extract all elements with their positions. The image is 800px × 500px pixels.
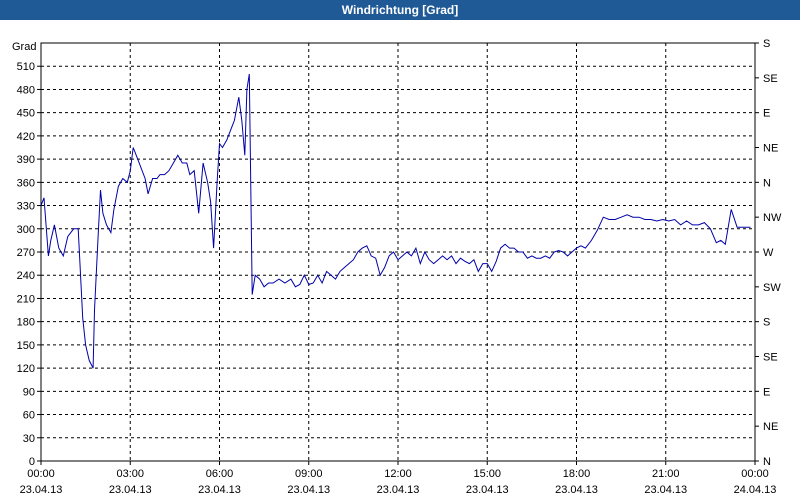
compass-tick-label: S — [763, 38, 770, 50]
y-tick-label: 510 — [17, 61, 35, 73]
y-tick-label: 300 — [17, 224, 35, 236]
x-tick-time: 00:00 — [27, 468, 55, 480]
x-tick-time: 21:00 — [652, 468, 680, 480]
compass-tick-label: E — [763, 386, 770, 398]
x-tick-date: 23.04.13 — [377, 484, 420, 496]
compass-tick-label: N — [763, 177, 771, 189]
y-tick-label: 270 — [17, 247, 35, 259]
compass-tick-label: NE — [763, 421, 778, 433]
compass-axis-ticks: N NE E SE S SW W NW N NE E SE S — [755, 38, 782, 468]
series-line — [40, 73, 751, 369]
x-tick-date: 23.04.13 — [466, 484, 509, 496]
compass-tick-label: E — [763, 108, 770, 120]
x-tick-time: 00:00 — [741, 468, 769, 480]
y-tick-label: 450 — [17, 108, 35, 120]
x-tick-time: 06:00 — [206, 468, 234, 480]
y-tick-label: 480 — [17, 84, 35, 96]
x-tick-date: 24.04.13 — [734, 484, 777, 496]
y-axis-label: Grad — [12, 41, 36, 53]
x-tick-date: 23.04.13 — [198, 484, 241, 496]
y-tick-label: 30 — [23, 433, 35, 445]
compass-tick-label: NE — [763, 143, 778, 155]
x-tick-date: 23.04.13 — [644, 484, 687, 496]
y-tick-label: 210 — [17, 293, 35, 305]
y-tick-label: 150 — [17, 340, 35, 352]
y-tick-label: 60 — [23, 410, 35, 422]
x-tick-date: 23.04.13 — [555, 484, 598, 496]
y-tick-label: 240 — [17, 270, 35, 282]
compass-tick-label: S — [763, 317, 770, 329]
y-tick-label: 420 — [17, 131, 35, 143]
y-tick-label: 120 — [17, 363, 35, 375]
x-tick-time: 12:00 — [384, 468, 412, 480]
compass-tick-label: SE — [763, 352, 778, 364]
y-tick-label: 360 — [17, 177, 35, 189]
y-tick-label: 180 — [17, 317, 35, 329]
compass-tick-label: SW — [763, 282, 781, 294]
x-axis-ticks: 00:00 23.04.13 03:00 23.04.13 06:00 23.04.13 0… — [20, 461, 777, 496]
compass-tick-label: NW — [763, 212, 782, 224]
y-tick-label: 330 — [17, 201, 35, 213]
x-tick-time: 18:00 — [563, 468, 591, 480]
x-tick-time: 03:00 — [116, 468, 144, 480]
wind-direction-chart: 0 30 60 90 120 150 180 210 240 270 300 330 360 390 420… — [12, 38, 782, 496]
x-tick-time: 09:00 — [295, 468, 323, 480]
y-tick-label: 0 — [29, 456, 35, 468]
y-tick-label: 390 — [17, 154, 35, 166]
x-tick-date: 23.04.13 — [287, 484, 330, 496]
y-tick-label: 90 — [23, 386, 35, 398]
compass-tick-label: N — [763, 456, 771, 468]
series-group — [40, 73, 751, 369]
y-axis-ticks: 0 30 60 90 120 150 180 210 240 270 300 330 360 390 420… — [17, 61, 41, 468]
compass-tick-label: SE — [763, 73, 778, 85]
compass-tick-label: W — [763, 247, 774, 259]
x-tick-date: 23.04.13 — [109, 484, 152, 496]
x-tick-date: 23.04.13 — [20, 484, 63, 496]
x-tick-time: 15:00 — [473, 468, 501, 480]
chart-title: Windrichtung [Grad] — [0, 0, 800, 20]
